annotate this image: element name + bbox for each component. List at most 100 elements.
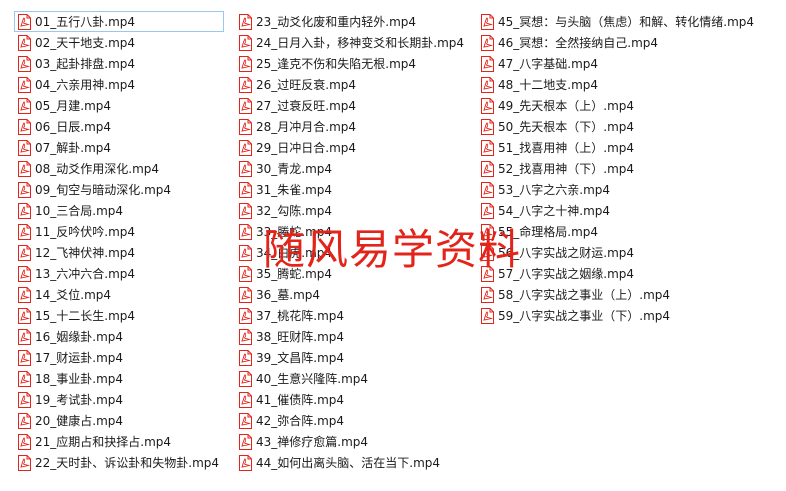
pdf-file-icon	[17, 454, 32, 471]
file-item[interactable]: 19_考试卦.mp4	[14, 389, 224, 410]
file-item[interactable]: 48_十二地支.mp4	[477, 74, 777, 95]
file-item[interactable]: 58_八字实战之事业（上）.mp4	[477, 284, 777, 305]
file-item[interactable]: 50_先天根本（下）.mp4	[477, 116, 777, 137]
file-item[interactable]: 27_过衰反旺.mp4	[235, 95, 467, 116]
file-column-3: 45_冥想：与头脑（焦虑）和解、转化情绪.mp4 46_冥想：全然接纳自己.mp4…	[477, 11, 777, 326]
file-item[interactable]: 46_冥想：全然接纳自己.mp4	[477, 32, 777, 53]
file-item[interactable]: 43_禅修疗愈篇.mp4	[235, 431, 467, 452]
file-name: 53_八字之六亲.mp4	[498, 182, 611, 197]
file-item[interactable]: 09_旬空与暗动深化.mp4	[14, 179, 224, 200]
pdf-file-icon	[17, 328, 32, 345]
file-item[interactable]: 40_生意兴隆阵.mp4	[235, 368, 467, 389]
file-item[interactable]: 18_事业卦.mp4	[14, 368, 224, 389]
pdf-file-icon	[238, 181, 253, 198]
pdf-file-icon	[17, 349, 32, 366]
file-item[interactable]: 34_白虎.mp4	[235, 242, 467, 263]
file-item[interactable]: 54_八字之十神.mp4	[477, 200, 777, 221]
pdf-file-icon	[238, 328, 253, 345]
file-name: 47_八字基础.mp4	[498, 56, 599, 71]
file-item[interactable]: 59_八字实战之事业（下）.mp4	[477, 305, 777, 326]
pdf-file-icon	[17, 181, 32, 198]
file-name: 52_找喜用神（下）.mp4	[498, 161, 635, 176]
file-item[interactable]: 13_六冲六合.mp4	[14, 263, 224, 284]
pdf-file-icon	[480, 118, 495, 135]
file-item[interactable]: 02_天干地支.mp4	[14, 32, 224, 53]
file-item[interactable]: 28_月冲月合.mp4	[235, 116, 467, 137]
file-item[interactable]: 14_爻位.mp4	[14, 284, 224, 305]
file-item[interactable]: 44_如何出离头脑、活在当下.mp4	[235, 452, 467, 473]
file-item[interactable]: 42_弥合阵.mp4	[235, 410, 467, 431]
file-item[interactable]: 06_日辰.mp4	[14, 116, 224, 137]
file-item[interactable]: 53_八字之六亲.mp4	[477, 179, 777, 200]
file-item[interactable]: 24_日月入卦，移神变爻和长期卦.mp4	[235, 32, 467, 53]
file-item[interactable]: 47_八字基础.mp4	[477, 53, 777, 74]
file-name: 01_五行八卦.mp4	[35, 14, 136, 29]
file-item[interactable]: 26_过旺反衰.mp4	[235, 74, 467, 95]
file-name: 05_月建.mp4	[35, 98, 112, 113]
file-item[interactable]: 29_日冲日合.mp4	[235, 137, 467, 158]
pdf-file-icon	[480, 307, 495, 324]
file-item[interactable]: 10_三合局.mp4	[14, 200, 224, 221]
file-name: 11_反吟伏吟.mp4	[35, 224, 136, 239]
file-item[interactable]: 35_腾蛇.mp4	[235, 263, 467, 284]
file-item[interactable]: 03_起卦排盘.mp4	[14, 53, 224, 74]
file-item[interactable]: 45_冥想：与头脑（焦虑）和解、转化情绪.mp4	[477, 11, 777, 32]
file-item[interactable]: 21_应期占和抉择占.mp4	[14, 431, 224, 452]
pdf-file-icon	[17, 412, 32, 429]
pdf-file-icon	[480, 265, 495, 282]
pdf-file-icon	[17, 265, 32, 282]
file-item[interactable]: 57_八字实战之姻缘.mp4	[477, 263, 777, 284]
pdf-file-icon	[17, 370, 32, 387]
file-item[interactable]: 49_先天根本（上）.mp4	[477, 95, 777, 116]
file-name: 17_财运卦.mp4	[35, 350, 124, 365]
file-item[interactable]: 11_反吟伏吟.mp4	[14, 221, 224, 242]
file-item[interactable]: 38_旺财阵.mp4	[235, 326, 467, 347]
pdf-file-icon	[480, 286, 495, 303]
file-item[interactable]: 36_墓.mp4	[235, 284, 467, 305]
file-item[interactable]: 07_解卦.mp4	[14, 137, 224, 158]
file-name: 42_弥合阵.mp4	[256, 413, 345, 428]
pdf-file-icon	[238, 391, 253, 408]
file-item[interactable]: 33_螣蛇.mp4	[235, 221, 467, 242]
pdf-file-icon	[17, 223, 32, 240]
file-item[interactable]: 05_月建.mp4	[14, 95, 224, 116]
pdf-file-icon	[238, 412, 253, 429]
pdf-file-icon	[480, 202, 495, 219]
file-item[interactable]: 25_逢克不伤和失陷无根.mp4	[235, 53, 467, 74]
pdf-file-icon	[480, 244, 495, 261]
file-item[interactable]: 04_六亲用神.mp4	[14, 74, 224, 95]
file-item[interactable]: 20_健康占.mp4	[14, 410, 224, 431]
pdf-file-icon	[238, 76, 253, 93]
file-item[interactable]: 01_五行八卦.mp4	[14, 11, 224, 32]
file-item[interactable]: 31_朱雀.mp4	[235, 179, 467, 200]
file-name: 38_旺财阵.mp4	[256, 329, 345, 344]
file-item[interactable]: 37_桃花阵.mp4	[235, 305, 467, 326]
file-item[interactable]: 15_十二长生.mp4	[14, 305, 224, 326]
pdf-file-icon	[238, 118, 253, 135]
file-name: 43_禅修疗愈篇.mp4	[256, 434, 369, 449]
file-item[interactable]: 30_青龙.mp4	[235, 158, 467, 179]
file-name: 35_腾蛇.mp4	[256, 266, 333, 281]
file-name: 06_日辰.mp4	[35, 119, 112, 134]
file-name: 50_先天根本（下）.mp4	[498, 119, 635, 134]
file-item[interactable]: 32_勾陈.mp4	[235, 200, 467, 221]
file-name: 58_八字实战之事业（上）.mp4	[498, 287, 671, 302]
file-item[interactable]: 12_飞神伏神.mp4	[14, 242, 224, 263]
file-item[interactable]: 39_文昌阵.mp4	[235, 347, 467, 368]
file-item[interactable]: 08_动爻作用深化.mp4	[14, 158, 224, 179]
file-item[interactable]: 22_天时卦、诉讼卦和失物卦.mp4	[14, 452, 224, 473]
pdf-file-icon	[480, 97, 495, 114]
file-name: 02_天干地支.mp4	[35, 35, 136, 50]
pdf-file-icon	[17, 391, 32, 408]
file-item[interactable]: 55_命理格局.mp4	[477, 221, 777, 242]
pdf-file-icon	[17, 160, 32, 177]
file-item[interactable]: 41_催债阵.mp4	[235, 389, 467, 410]
file-item[interactable]: 51_找喜用神（上）.mp4	[477, 137, 777, 158]
pdf-file-icon	[480, 139, 495, 156]
file-item[interactable]: 52_找喜用神（下）.mp4	[477, 158, 777, 179]
file-item[interactable]: 56_八字实战之财运.mp4	[477, 242, 777, 263]
file-item[interactable]: 16_姻缘卦.mp4	[14, 326, 224, 347]
file-name: 03_起卦排盘.mp4	[35, 56, 136, 71]
file-item[interactable]: 23_动爻化废和重内轻外.mp4	[235, 11, 467, 32]
file-item[interactable]: 17_财运卦.mp4	[14, 347, 224, 368]
